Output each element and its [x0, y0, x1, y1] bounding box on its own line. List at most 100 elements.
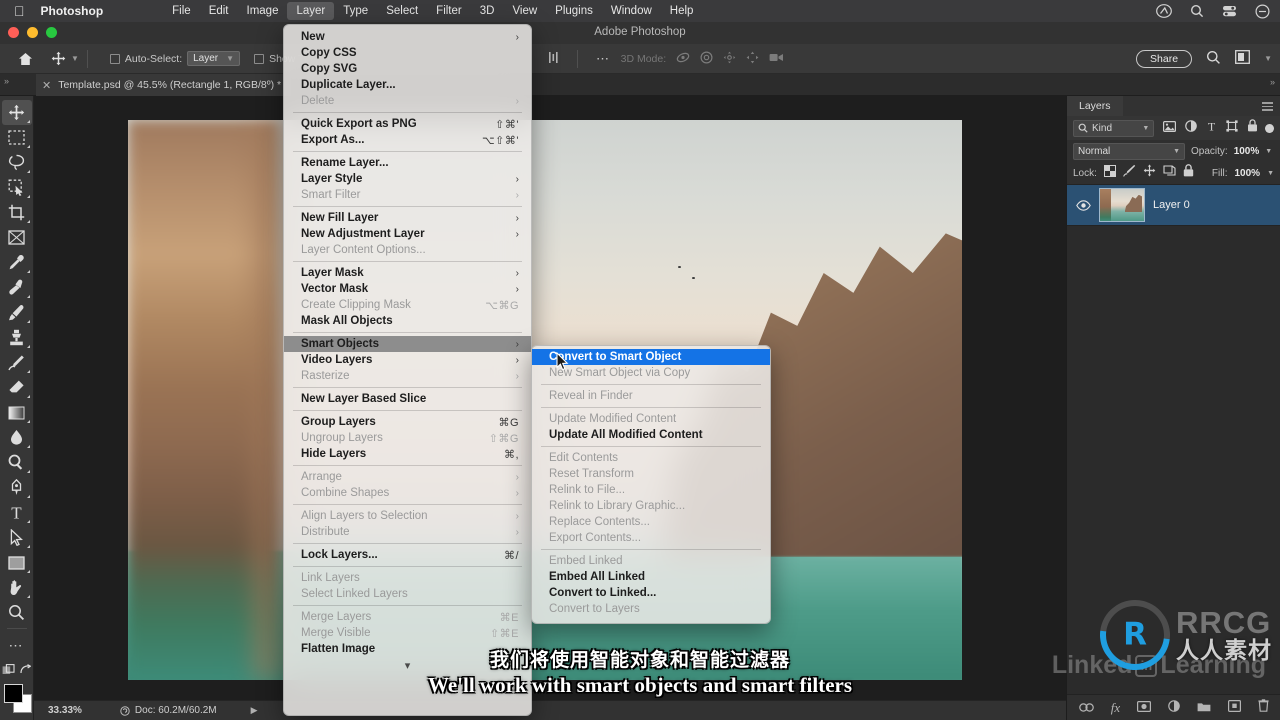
quick-mask-icon[interactable]: [2, 657, 32, 682]
menu-item-duplicate-layer[interactable]: Duplicate Layer...: [284, 77, 531, 93]
smart-object-filter-icon[interactable]: [1247, 119, 1258, 137]
menu-view[interactable]: View: [503, 2, 546, 20]
menu-item-copy-svg[interactable]: Copy SVG: [284, 61, 531, 77]
lock-image-pixels-icon[interactable]: [1122, 164, 1136, 182]
chevron-right-icon[interactable]: ▶: [251, 705, 258, 716]
current-tool-move-icon[interactable]: ▼: [51, 51, 79, 66]
document-info[interactable]: Doc: 60.2M/60.2M: [120, 705, 217, 716]
menu-item-new-fill-layer[interactable]: New Fill Layer ›: [284, 210, 531, 226]
lock-artboard-icon[interactable]: [1163, 164, 1176, 182]
expand-panels-right-icon[interactable]: »: [1270, 77, 1275, 87]
menu-item-export-as[interactable]: Export As... ⌥⇧⌘': [284, 132, 531, 148]
menu-item-layer-mask[interactable]: Layer Mask ›: [284, 265, 531, 281]
type-tool[interactable]: T: [2, 500, 32, 525]
tab-layers[interactable]: Layers: [1067, 96, 1123, 116]
menu-item-flatten-image[interactable]: Flatten Image: [284, 641, 531, 657]
shape-filter-icon[interactable]: [1226, 119, 1238, 137]
pen-tool[interactable]: [2, 475, 32, 500]
filter-toggle-icon[interactable]: [1265, 123, 1274, 133]
menu-item-group-layers[interactable]: Group Layers ⌘G: [284, 414, 531, 430]
home-icon[interactable]: [18, 52, 33, 66]
gradient-tool[interactable]: [2, 400, 32, 425]
menu-item-video-layers[interactable]: Video Layers ›: [284, 352, 531, 368]
auto-select-option[interactable]: Auto-Select: Layer ▼: [109, 51, 241, 66]
move-tool[interactable]: [1, 100, 32, 125]
creative-cloud-icon[interactable]: [1156, 4, 1172, 18]
menu-item-hide-layers[interactable]: Hide Layers ⌘,: [284, 446, 531, 462]
eyedropper-tool[interactable]: [2, 250, 32, 275]
type-filter-icon[interactable]: T: [1206, 119, 1217, 137]
menu-file[interactable]: File: [163, 2, 200, 20]
layer-style-fx-icon[interactable]: fx: [1111, 699, 1120, 717]
lasso-tool[interactable]: [2, 150, 32, 175]
menu-item-new[interactable]: New ›: [284, 29, 531, 45]
menu-layer[interactable]: Layer: [287, 2, 335, 20]
tool-preset-chevron-down-icon[interactable]: ▼: [71, 54, 79, 63]
menu-3d[interactable]: 3D: [471, 2, 504, 20]
fill-chevron-down-icon[interactable]: ▼: [1267, 170, 1274, 177]
zoom-level[interactable]: 33.33%: [48, 705, 82, 716]
object-selection-tool[interactable]: [2, 175, 32, 200]
auto-select-checkbox[interactable]: [109, 53, 120, 64]
dodge-tool[interactable]: [2, 450, 32, 475]
menu-plugins[interactable]: Plugins: [546, 2, 602, 20]
more-options-icon[interactable]: ⋯: [596, 52, 611, 65]
menu-image[interactable]: Image: [238, 2, 288, 20]
new-group-icon[interactable]: [1197, 699, 1211, 717]
menu-item-lock-layers[interactable]: Lock Layers... ⌘/: [284, 547, 531, 563]
control-center-icon[interactable]: [1222, 4, 1237, 18]
close-tab-icon[interactable]: ✕: [42, 79, 51, 92]
expand-panels-left-icon[interactable]: »: [4, 76, 9, 86]
menu-filter[interactable]: Filter: [427, 2, 471, 20]
menu-item-mask-all-objects[interactable]: Mask All Objects: [284, 313, 531, 329]
apple-logo-icon[interactable]: : [14, 4, 25, 18]
workspace-icon[interactable]: [1235, 50, 1251, 67]
menu-item-rename-layer[interactable]: Rename Layer...: [284, 155, 531, 171]
table-row[interactable]: Layer 0: [1067, 184, 1280, 226]
menu-type[interactable]: Type: [334, 2, 377, 20]
rectangular-marquee-tool[interactable]: [2, 125, 32, 150]
menu-window[interactable]: Window: [602, 2, 661, 20]
eraser-tool[interactable]: [2, 375, 32, 400]
menu-help[interactable]: Help: [661, 2, 703, 20]
spotlight-search-icon[interactable]: [1190, 4, 1204, 18]
auto-select-target-select[interactable]: Layer ▼: [187, 51, 241, 66]
blend-mode-select[interactable]: Normal ▼: [1073, 142, 1185, 160]
blur-tool[interactable]: [2, 425, 32, 450]
pixel-filter-icon[interactable]: [1163, 119, 1177, 137]
layer-name[interactable]: Layer 0: [1153, 199, 1190, 211]
filter-kind-select[interactable]: Kind ▼: [1073, 119, 1155, 137]
document-tab[interactable]: ✕ Template.psd @ 45.5% (Rectangle 1, RGB…: [36, 74, 292, 96]
fill-value[interactable]: 100%: [1234, 168, 1260, 179]
clone-stamp-tool[interactable]: [2, 325, 32, 350]
menu-item-copy-css[interactable]: Copy CSS: [284, 45, 531, 61]
lock-all-icon[interactable]: [1183, 164, 1194, 182]
zoom-tool[interactable]: [2, 600, 32, 625]
link-layers-icon[interactable]: [1078, 699, 1094, 717]
share-button[interactable]: Share: [1136, 49, 1193, 68]
foreground-color-swatch[interactable]: [3, 684, 23, 703]
opacity-value[interactable]: 100%: [1234, 146, 1260, 157]
menu-item-update-all-modified-content[interactable]: Update All Modified Content: [532, 427, 770, 443]
menu-item-layer-style[interactable]: Layer Style ›: [284, 171, 531, 187]
path-selection-tool[interactable]: [2, 525, 32, 550]
lock-position-icon[interactable]: [1143, 164, 1156, 182]
menu-item-vector-mask[interactable]: Vector Mask ›: [284, 281, 531, 297]
show-transform-checkbox[interactable]: [254, 53, 265, 64]
eye-icon[interactable]: [1075, 199, 1091, 211]
add-layer-mask-icon[interactable]: [1137, 699, 1152, 717]
menu-item-convert-to-linked[interactable]: Convert to Linked...: [532, 585, 770, 601]
new-layer-icon[interactable]: [1228, 699, 1242, 717]
rectangle-tool[interactable]: [2, 550, 32, 575]
menu-scroll-down-icon[interactable]: ▾: [284, 657, 531, 672]
layer-thumbnail[interactable]: [1099, 188, 1145, 222]
new-adjustment-layer-icon[interactable]: [1168, 699, 1180, 717]
history-brush-tool[interactable]: [2, 350, 32, 375]
lock-transparent-pixels-icon[interactable]: [1103, 164, 1116, 182]
menu-item-new-layer-based-slice[interactable]: New Layer Based Slice: [284, 391, 531, 407]
edit-toolbar-icon[interactable]: ⋯: [2, 632, 32, 657]
crop-tool[interactable]: [2, 200, 32, 225]
menu-item-smart-objects[interactable]: Smart Objects ›: [284, 336, 531, 352]
menu-item-new-adjustment-layer[interactable]: New Adjustment Layer ›: [284, 226, 531, 242]
workspace-chevron-down-icon[interactable]: ▼: [1264, 54, 1272, 63]
